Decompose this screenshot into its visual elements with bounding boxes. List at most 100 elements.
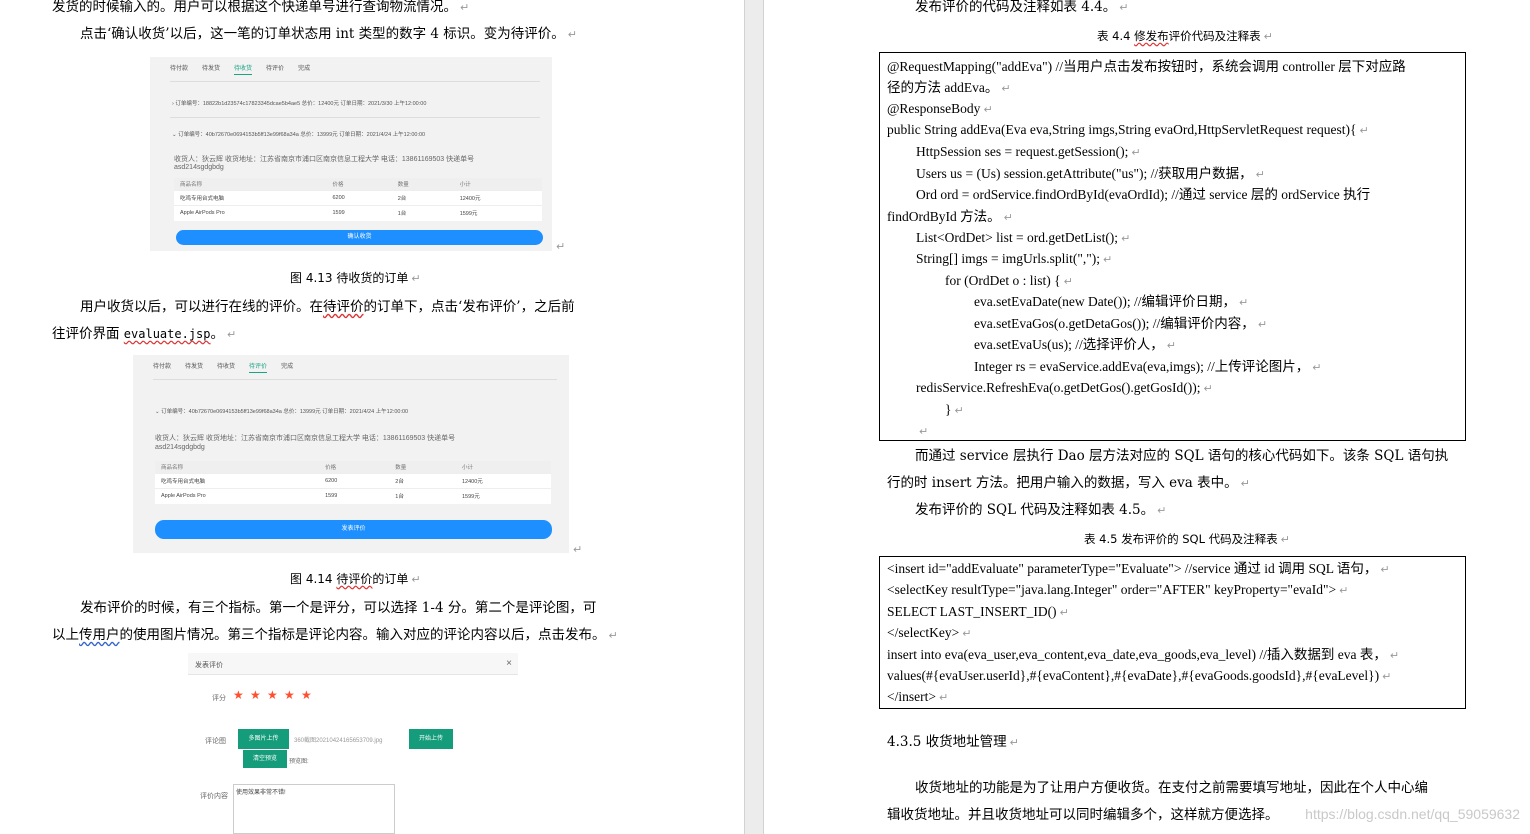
order-row: ⌄ 订单编号：40b72670e0694153b5ff13e99f68a34a … [155, 409, 409, 415]
code-line: eva.setEvaUs(us); //选择评价人， ↵ [974, 337, 1176, 352]
code-line: values(#{evaUser.userId},#{evaContent},#… [887, 668, 1392, 683]
table-row: 吃鸡专用台式电脑 6200 2台 12400元 [174, 190, 542, 206]
code-line: ↵ [919, 425, 929, 438]
shipping-info: 收货人：狄云辉 收货地址：江苏省南京市浦口区南京信息工程大学 电话：138611… [155, 435, 456, 442]
tracking-number: asd214sgdgbdg [174, 164, 224, 171]
code-line: HttpSession ses = request.getSession(); ↵ [916, 144, 1141, 159]
preview-label: 预览图: [289, 759, 309, 765]
code-line: SELECT LAST_INSERT_ID() ↵ [887, 604, 1069, 619]
code-line: eva.setEvaGos(o.getDetaGos()); //编辑评价内容，… [974, 316, 1268, 331]
code-line: <insert id="addEvaluate" parameterType="… [887, 561, 1390, 576]
divider [153, 379, 557, 380]
tab-complete: 完成 [298, 66, 311, 72]
star-icon[interactable]: ★ [250, 688, 261, 702]
code-line: 径的方法 addEva。 ↵ [887, 80, 1011, 95]
paragraph-line: 往评价界面 evaluate.jsp。 ↵ [52, 326, 237, 342]
code-line: public String addEva(Eva eva,String imgs… [887, 122, 1369, 137]
code-line: </insert> ↵ [887, 689, 949, 704]
order-items-table: 商品名称 价格 数量 小计 吃鸡专用台式电脑 6200 2台 12400元 Ap… [155, 461, 551, 504]
order-row: › 订单编号：18822b1d23574c17823345dcae5b4ae5 … [172, 101, 427, 107]
document-page-right: 发布评价的代码及注释如表 4.4。 ↵ 表 4.4 修发布评价代码及注释表 ↵ @R… [764, 0, 1530, 834]
star-icon[interactable]: ★ [267, 688, 278, 702]
start-upload-button[interactable]: 开始上传 [409, 729, 453, 749]
code-line: redisService.RefreshEva(o.getDetGos().ge… [916, 380, 1213, 395]
table-row: 吃鸡专用台式电脑 6200 2台 12400元 [155, 473, 551, 489]
confirm-receipt-button[interactable]: 确认收货 [176, 230, 543, 245]
tab-pending-shipment: 待发货 [185, 364, 204, 370]
paragraph-line: 行的时 insert 方法。把用户输入的数据，写入 eva 表中。 ↵ [887, 475, 1250, 491]
multi-image-upload-button[interactable]: 多图片上传 [238, 729, 289, 749]
paragraph-mark: ↵ [556, 240, 566, 253]
section-heading: 4.3.5 收货地址管理 ↵ [887, 734, 1019, 750]
code-line: @ResponseBody ↵ [887, 101, 993, 116]
paragraph-mark: ↵ [573, 543, 583, 556]
code-line: @RequestMapping("addEva") //当用户点击发布按钮时，系… [887, 59, 1406, 74]
col-name: 商品名称 [174, 178, 327, 191]
star-icon[interactable]: ★ [301, 688, 312, 702]
tab-pending-payment: 待付款 [170, 66, 189, 72]
pending-review-orders-screenshot: 待付款 待发货 待收货 待评价 完成 ⌄ 订单编号：40b72670e06941… [133, 355, 569, 553]
tab-complete: 完成 [281, 364, 294, 370]
tracking-number: asd214sgdgbdg [155, 444, 205, 451]
col-qty: 数量 [391, 178, 454, 191]
table-caption: 表 4.5 发布评价的 SQL 代码及注释表 ↵ [1084, 532, 1290, 546]
dialog-header: 发表评价 × [188, 653, 518, 675]
score-label: 评分 [212, 695, 226, 702]
code-line: } ↵ [945, 402, 964, 417]
document-page-left: 发货的时候输入的。用户可以根据这个快递单号进行查询物流情况。 ↵ 点击‘确认收货’… [0, 0, 744, 834]
post-review-form-screenshot: 发表评价 × 评分 ★ ★ ★ ★ ★ 评论图 多图片上传 360截图20210… [188, 653, 518, 834]
paragraph-line: 点击‘确认收货’以后，这一笔的订单状态用 int 类型的数字 4 标识。变为待评… [80, 26, 577, 42]
shipping-info: 收货人：狄云辉 收货地址：江苏省南京市浦口区南京信息工程大学 电话：138611… [174, 156, 475, 163]
col-price: 价格 [319, 461, 390, 474]
tab-pending-review: 待评价 [266, 66, 285, 72]
code-table-4-4: @RequestMapping("addEva") //当用户点击发布按钮时，系… [879, 52, 1466, 441]
content-label: 评价内容 [200, 793, 228, 800]
code-line: eva.setEvaDate(new Date()); //编辑评价日期， ↵ [974, 294, 1249, 309]
paragraph-line: 发布评价的 SQL 代码及注释如表 4.5。 ↵ [915, 502, 1167, 518]
figure-caption: 图 4.13 待收货的订单 ↵ [290, 271, 421, 285]
star-icon[interactable]: ★ [233, 688, 244, 702]
star-icon[interactable]: ★ [284, 688, 295, 702]
dialog-title: 发表评价 [195, 662, 223, 669]
code-line: Integer rs = evaService.addEva(eva,imgs)… [974, 359, 1322, 374]
paragraph-line: 发货的时候输入的。用户可以根据这个快递单号进行查询物流情况。 ↵ [52, 0, 470, 15]
paragraph-line: 发布评价的时候，有三个指标。第一个是评分，可以选择 1-4 分。第二个是评论图，… [80, 600, 597, 616]
tab-pending-receipt: 待收货 [217, 364, 236, 370]
code-line: findOrdById 方法。 ↵ [887, 209, 1013, 224]
tab-pending-payment: 待付款 [153, 364, 172, 370]
selected-filename: 360截图20210424165653709.jpg [294, 738, 383, 744]
post-review-button[interactable]: 发表评价 [155, 520, 552, 539]
paragraph-line: 辑收货地址。并且收货地址可以同时编辑多个，这样就方便选择。 [887, 807, 1279, 823]
tab-pending-receipt: 待收货 [234, 63, 253, 75]
code-table-4-5: <insert id="addEvaluate" parameterType="… [879, 556, 1466, 709]
clear-preview-button[interactable]: 清空预览 [243, 750, 287, 768]
col-subtotal: 小计 [453, 178, 542, 191]
tab-pending-review: 待评价 [249, 361, 268, 373]
tab-pending-shipment: 待发货 [202, 66, 221, 72]
code-line: for (OrdDet o : list) {↵ [945, 273, 1073, 288]
code-line: Users us = (Us) session.getAttribute("us… [916, 166, 1265, 181]
received-orders-screenshot: 待付款 待发货 待收货 待评价 完成 › 订单编号：18822b1d23574c… [150, 57, 552, 251]
order-tabs: 待付款 待发货 待收货 待评价 完成 [170, 63, 310, 75]
code-line: String[] imgs = imgUrls.split(","); ↵ [916, 251, 1113, 266]
order-items-table: 商品名称 价格 数量 小计 吃鸡专用台式电脑 6200 2台 12400元 Ap… [174, 178, 542, 221]
divider [170, 81, 540, 82]
order-row: ⌄ 订单编号：40b72670e0694153b5ff13e99f68a34a … [172, 132, 426, 138]
order-tabs: 待付款 待发货 待收货 待评价 完成 [153, 361, 293, 373]
divider [170, 117, 540, 118]
paragraph-line: 发布评价的代码及注释如表 4.4。 ↵ [915, 0, 1129, 15]
col-qty: 数量 [389, 461, 456, 474]
paragraph-line: 用户收货以后，可以进行在线的评价。在待评价的订单下，点击‘发布评价’，之后前 [80, 299, 575, 315]
figure-caption: 图 4.14 待评价的订单 ↵ [290, 572, 421, 586]
col-subtotal: 小计 [455, 461, 551, 474]
review-content-textarea[interactable]: 使用效果非常不错! [233, 784, 395, 834]
code-line: List<OrdDet> list = ord.getDetList(); ↵ [916, 230, 1131, 245]
table-caption: 表 4.4 修发布评价代码及注释表 ↵ [1097, 29, 1273, 43]
code-line: insert into eva(eva_user,eva_content,eva… [887, 647, 1400, 662]
paragraph-line: 收货地址的功能是为了让用户方便收货。在支付之前需要填写地址，因此在个人中心编 [915, 780, 1428, 796]
page-gutter [744, 0, 764, 834]
code-line: <selectKey resultType="java.lang.Integer… [887, 582, 1349, 597]
csdn-watermark: https://blog.csdn.net/qq_59059632 [1305, 806, 1520, 822]
close-icon[interactable]: × [506, 658, 512, 669]
code-line: Ord ord = ordService.findOrdById(evaOrdI… [916, 187, 1371, 202]
